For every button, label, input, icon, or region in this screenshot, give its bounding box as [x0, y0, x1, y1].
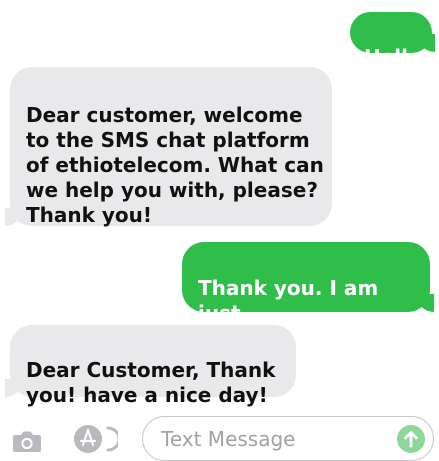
outgoing-message-bubble[interactable]: Hello [350, 12, 432, 69]
send-button[interactable] [397, 425, 425, 453]
app-store-icon [74, 425, 121, 453]
camera-button[interactable] [12, 429, 42, 453]
message-input-placeholder: Text Message [161, 427, 296, 451]
message-text: Hello [364, 45, 422, 69]
send-arrow-icon [404, 431, 418, 448]
app-store-button[interactable] [72, 423, 121, 455]
camera-icon [13, 431, 41, 452]
incoming-message-bubble[interactable]: Dear customer, welcome to the SMS chat p… [10, 67, 332, 227]
outgoing-message-bubble[interactable]: Thank you. I am just testing. [182, 242, 430, 350]
message-text: Dear Customer, Thank you! have a nice da… [26, 358, 276, 407]
message-composer: Text Message [0, 410, 439, 461]
message-text: Dear customer, welcome to the SMS chat p… [26, 103, 324, 227]
message-input[interactable]: Text Message [142, 416, 434, 461]
incoming-message-bubble[interactable]: Dear Customer, Thank you! have a nice da… [10, 325, 296, 407]
